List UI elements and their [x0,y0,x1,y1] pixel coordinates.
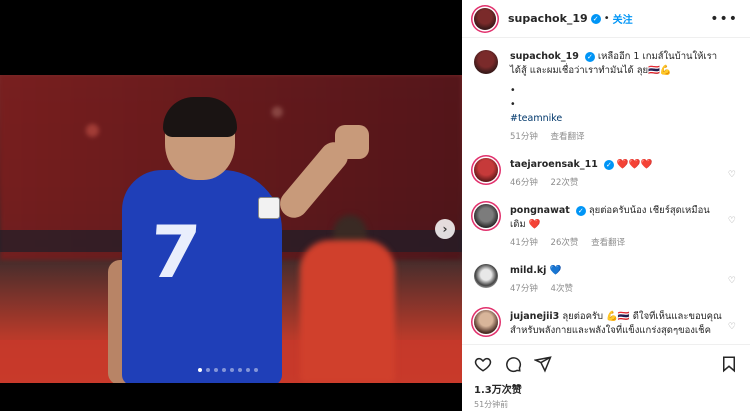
comment-text: 💙 [549,265,562,276]
heart-icon[interactable]: ♡ [728,322,736,332]
carousel-dot [246,368,250,372]
verified-icon: ✓ [590,13,601,24]
jersey-badge [258,197,280,219]
chevron-right-icon[interactable]: › [435,219,455,239]
caption-body: supachok_19 ✓ เหลืออีก 1 เกมส์ในบ้านให้เ… [510,50,738,144]
author-username[interactable]: supachok_19 [508,12,588,25]
see-translation-button[interactable]: 查看翻译 [591,238,625,248]
carousel-dot [222,368,226,372]
comment-likes[interactable]: 4次赞 [551,284,573,294]
comment-item: taejaroensak_11 ✓ ❤️❤️❤️ 46分钟 22次赞 ♡ [474,158,738,190]
comment-text: ❤️❤️❤️ [616,159,653,170]
caption-bullet: • [510,99,516,110]
caption-time: 51分钟 [510,132,538,142]
caption-username[interactable]: supachok_19 [510,51,579,62]
caption-bullet: • [510,85,516,96]
comment-meta: 47分钟 4次赞 [510,282,724,296]
comment-meta: 41分钟 26次赞 查看翻译 [510,236,724,250]
comment-time: 41分钟 [510,238,538,248]
verified-icon: ✓ [603,159,614,170]
author-avatar[interactable] [474,7,496,30]
comment-item: jujanejii3 ลุยต่อครับ 💪🇹🇭 ดีใจที่เห็นและ… [474,310,738,338]
heart-icon[interactable] [474,355,492,373]
verified-icon: ✓ [584,51,595,62]
comment-time: 46分钟 [510,178,538,188]
comment-username[interactable]: mild.kj [510,265,546,276]
follow-button[interactable]: 关注 [613,11,633,26]
commenter-avatar[interactable] [474,158,498,182]
carousel-dot [230,368,234,372]
like-count[interactable]: 1.3万次赞 [474,381,738,396]
opponent-player [300,240,395,383]
carousel-dot [238,368,242,372]
comment-username[interactable]: taejaroensak_11 [510,159,598,170]
instagram-post-view: 7 › supachok_19 ✓ • 关注 ••• supachok_19 ✓… [0,0,750,411]
comment-username[interactable]: pongnawat [510,205,570,216]
caption-meta: 51分钟 查看翻译 [510,130,724,144]
commenter-avatar[interactable] [474,264,498,288]
comment-item: pongnawat ✓ ลุยต่อครับน้อง เชียร์สุดเหมื… [474,204,738,250]
post-side-panel: supachok_19 ✓ • 关注 ••• supachok_19 ✓ เหล… [462,0,750,411]
comment-body: jujanejii3 ลุยต่อครับ 💪🇹🇭 ดีใจที่เห็นและ… [510,310,738,338]
send-icon[interactable] [534,355,552,373]
comments-list: supachok_19 ✓ เหลืออีก 1 เกมส์ในบ้านให้เ… [462,38,750,341]
comment-likes[interactable]: 26次赞 [551,238,579,248]
action-bar [474,353,738,375]
comment-icon[interactable] [504,355,522,373]
comment-body: taejaroensak_11 ✓ ❤️❤️❤️ 46分钟 22次赞 [510,158,738,190]
post-timestamp: 51分钟前 [474,400,509,409]
media-panel: 7 › [0,0,462,411]
carousel-indicator [198,368,258,372]
carousel-dot [254,368,258,372]
comment-item: mild.kj 💙 47分钟 4次赞 ♡ [474,264,738,296]
separator-dot: • [603,13,610,24]
commenter-avatar[interactable] [474,204,498,228]
post-actions: 1.3万次赞 51分钟前 [462,344,750,411]
carousel-dot [206,368,210,372]
commenter-avatar[interactable] [474,310,498,334]
comment-body: pongnawat ✓ ลุยต่อครับน้อง เชียร์สุดเหมื… [510,204,738,250]
verified-icon: ✓ [575,205,586,216]
carousel-dot [214,368,218,372]
hashtag-link[interactable]: #teamnike [510,112,724,126]
comment-meta: 46分钟 22次赞 [510,176,724,190]
comment-body: mild.kj 💙 47分钟 4次赞 [510,264,738,296]
comment-likes[interactable]: 22次赞 [551,178,579,188]
post-header: supachok_19 ✓ • 关注 ••• [462,0,750,38]
post-photo[interactable]: 7 [0,75,462,383]
comment-time: 47分钟 [510,284,538,294]
jersey-number: 7 [147,210,204,294]
heart-icon[interactable]: ♡ [728,170,736,180]
heart-icon[interactable]: ♡ [728,216,736,226]
caption: supachok_19 ✓ เหลืออีก 1 เกมส์ในบ้านให้เ… [474,50,738,144]
bookmark-icon[interactable] [720,355,738,373]
author-avatar[interactable] [474,50,498,74]
player-fist [335,125,369,159]
comment-username[interactable]: jujanejii3 [510,311,559,322]
carousel-dot [198,368,202,372]
see-translation-button[interactable]: 查看翻译 [551,132,585,142]
more-options-icon[interactable]: ••• [710,11,738,27]
heart-icon[interactable]: ♡ [728,276,736,286]
